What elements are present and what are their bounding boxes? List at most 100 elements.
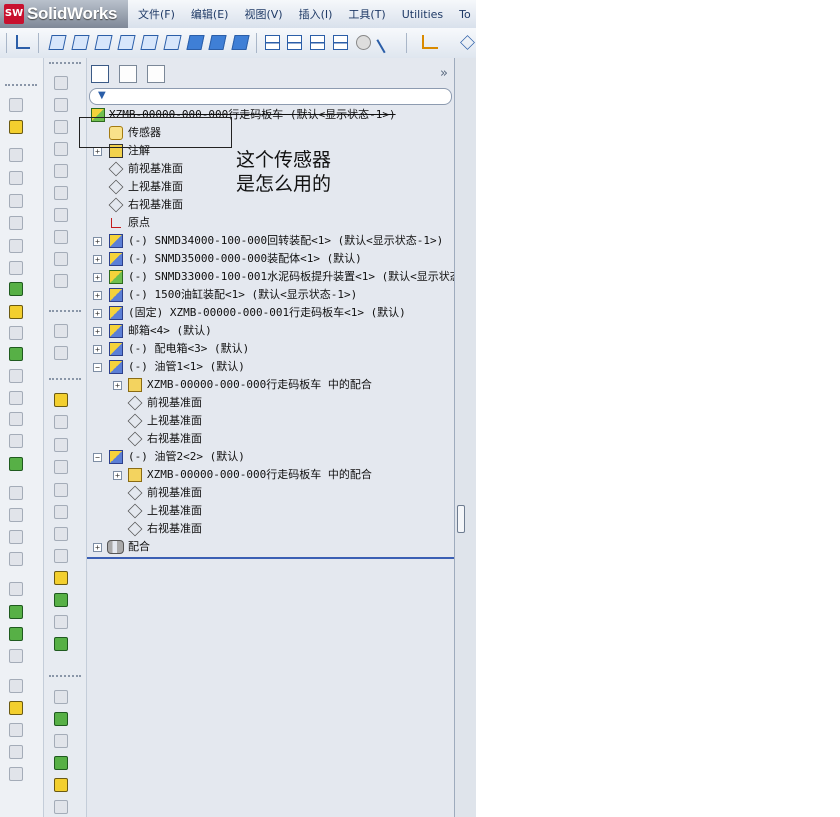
expand-toggle-icon[interactable]: +: [113, 381, 122, 390]
block-icon[interactable]: [54, 438, 68, 452]
trim-icon[interactable]: [54, 208, 68, 222]
offset-icon[interactable]: [54, 230, 68, 244]
circular-pattern-icon[interactable]: [9, 508, 23, 522]
sketch-icon[interactable]: [54, 76, 68, 90]
sketch-pencil-icon[interactable]: [376, 31, 399, 54]
component-properties-icon[interactable]: [54, 712, 68, 726]
loft-icon[interactable]: [9, 194, 23, 208]
hole-wizard-icon[interactable]: [9, 552, 23, 566]
four-viewport-icon[interactable]: [333, 35, 348, 50]
measure-icon[interactable]: [9, 701, 23, 715]
configurationmanager-tab-icon[interactable]: [147, 65, 165, 83]
top-view-icon[interactable]: [140, 35, 159, 50]
left-view-icon[interactable]: [94, 35, 113, 50]
text-tool-icon[interactable]: [54, 460, 68, 474]
filter-icon[interactable]: ▼: [98, 90, 106, 101]
collapse-panel-handle-icon[interactable]: [457, 505, 465, 533]
collapse-toggle-icon[interactable]: −: [93, 363, 102, 372]
arc-icon[interactable]: [54, 164, 68, 178]
panel-splitter[interactable]: [454, 58, 476, 817]
spline-icon[interactable]: [9, 627, 23, 641]
plane-sketch-icon[interactable]: [54, 415, 68, 429]
rotate-component-icon[interactable]: [9, 391, 23, 405]
expand-toggle-icon[interactable]: +: [93, 309, 102, 318]
dimension-icon[interactable]: [54, 346, 68, 360]
expand-toggle-icon[interactable]: +: [93, 273, 102, 282]
menu-insert[interactable]: 插入(I): [299, 6, 333, 22]
trimetric-view-icon[interactable]: [208, 35, 227, 50]
menu-utilities[interactable]: Utilities: [402, 8, 443, 21]
single-viewport-icon[interactable]: [265, 35, 280, 50]
smart-dimension-icon[interactable]: [422, 35, 438, 49]
rectangle-icon[interactable]: [54, 120, 68, 134]
mirror-icon[interactable]: [9, 530, 23, 544]
expand-toggle-icon[interactable]: +: [93, 345, 102, 354]
line-icon[interactable]: [54, 98, 68, 112]
section-view-icon[interactable]: [9, 745, 23, 759]
menu-tools[interactable]: 工具(T): [348, 6, 385, 22]
menu-edit[interactable]: 编辑(E): [191, 6, 229, 22]
expand-toggle-icon[interactable]: +: [93, 291, 102, 300]
new-part-icon[interactable]: [9, 305, 23, 319]
linear-pattern-icon[interactable]: [9, 486, 23, 500]
miter-flange-icon[interactable]: [54, 527, 68, 541]
propertymanager-tab-icon[interactable]: [119, 65, 137, 83]
chamfer-icon[interactable]: [9, 239, 23, 253]
exploded-view-icon[interactable]: [9, 434, 23, 448]
shell-icon[interactable]: [9, 261, 23, 275]
expand-toggle-icon[interactable]: +: [113, 471, 122, 480]
two-viewport-horizontal-icon[interactable]: [287, 35, 302, 50]
right-view-icon[interactable]: [117, 35, 136, 50]
collapse-toggle-icon[interactable]: −: [93, 453, 102, 462]
menu-file[interactable]: 文件(F): [138, 6, 175, 22]
menu-view[interactable]: 视图(V): [244, 6, 282, 22]
expand-toggle-icon[interactable]: +: [93, 327, 102, 336]
3d-sketch-icon[interactable]: [54, 393, 68, 407]
assembly-feature-icon[interactable]: [9, 120, 23, 134]
dimetric-view-icon[interactable]: [231, 35, 250, 50]
front-view-icon[interactable]: [48, 35, 67, 50]
relations-icon[interactable]: [54, 324, 68, 338]
surface-icon[interactable]: [9, 649, 23, 663]
edge-flange-icon[interactable]: [54, 505, 68, 519]
circle-icon[interactable]: [54, 142, 68, 156]
polygon-icon[interactable]: [54, 186, 68, 200]
revolve-icon[interactable]: [9, 148, 23, 162]
back-view-icon[interactable]: [71, 35, 90, 50]
isometric-view-icon[interactable]: [186, 35, 205, 50]
interference-check-icon[interactable]: [9, 457, 23, 471]
view-orientation-icon[interactable]: [54, 690, 68, 704]
two-viewport-vertical-icon[interactable]: [310, 35, 325, 50]
routing-icon[interactable]: [54, 756, 68, 770]
sweep-icon[interactable]: [9, 171, 23, 185]
smart-fastener-icon[interactable]: [9, 412, 23, 426]
mass-properties-icon[interactable]: [9, 723, 23, 737]
expand-toggle-icon[interactable]: +: [93, 237, 102, 246]
mate-icon[interactable]: [9, 347, 23, 361]
bottom-view-icon[interactable]: [163, 35, 182, 50]
cut-icon[interactable]: [54, 571, 68, 585]
convert-entities-icon[interactable]: [54, 252, 68, 266]
move-component-icon[interactable]: [9, 369, 23, 383]
extrude-boss-icon[interactable]: [9, 98, 23, 112]
menu-toolbox[interactable]: To: [459, 8, 471, 21]
pattern-icon[interactable]: [9, 326, 23, 340]
expand-toggle-icon[interactable]: +: [93, 543, 102, 552]
reference-geometry-icon[interactable]: [9, 582, 23, 596]
expand-toggle-icon[interactable]: +: [93, 255, 102, 264]
expand-panel-icon[interactable]: »: [440, 66, 448, 81]
fillet-icon[interactable]: [9, 216, 23, 230]
fold-icon[interactable]: [54, 615, 68, 629]
tree-filter-input[interactable]: ▼: [89, 88, 452, 105]
expand-toggle-icon[interactable]: +: [93, 147, 102, 156]
unfold-icon[interactable]: [54, 593, 68, 607]
sheet-metal-icon[interactable]: [54, 483, 68, 497]
insert-component-icon[interactable]: [9, 282, 23, 296]
sensor-tool-icon[interactable]: [54, 637, 68, 651]
motion-study-icon[interactable]: [54, 800, 68, 814]
plane-tool-icon[interactable]: [460, 35, 475, 50]
simulation-icon[interactable]: [9, 767, 23, 781]
curves-icon[interactable]: [9, 605, 23, 619]
sketch-mirror-icon[interactable]: [54, 274, 68, 288]
design-library-icon[interactable]: [54, 778, 68, 792]
